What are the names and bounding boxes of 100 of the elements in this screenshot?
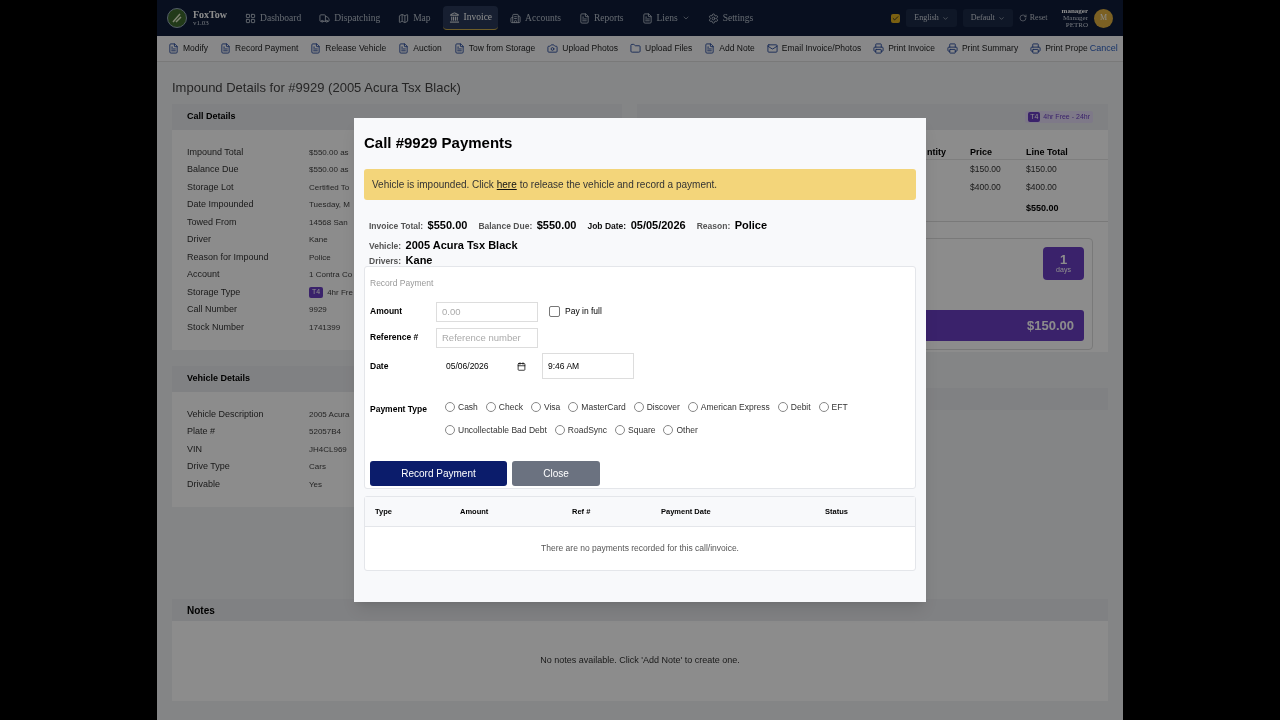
reset-icon: [1018, 14, 1027, 22]
toolbar-button[interactable]: Modify: [168, 42, 209, 55]
toolbar-button[interactable]: Auction: [398, 42, 442, 55]
days-count: 1: [1059, 253, 1068, 267]
cancel-link[interactable]: Cancel: [1089, 41, 1118, 56]
detail-value: $550.00 as: [309, 146, 349, 159]
nav-tab[interactable]: Settings: [701, 6, 760, 30]
toolbar-button[interactable]: Tow from Storage: [453, 42, 536, 55]
detail-value: Tuesday, M: [309, 199, 350, 211]
detail-label: Driver: [187, 233, 212, 247]
record-payment-button[interactable]: Record Payment: [370, 461, 507, 486]
mail-icon: [766, 43, 778, 54]
nav-tab[interactable]: Invoice: [442, 6, 499, 30]
reset-button[interactable]: Reset: [1018, 12, 1048, 24]
printer-icon: [873, 43, 885, 54]
dialog-title: Call #9929 Payments: [364, 134, 514, 152]
toolbar-button[interactable]: Print Prope: [1030, 42, 1088, 55]
payment-type-radio[interactable]: Cash: [445, 400, 478, 414]
detail-label: Plate #: [187, 425, 217, 439]
payment-type-radio[interactable]: Square: [615, 423, 656, 437]
close-button[interactable]: Close: [512, 461, 600, 486]
logo-icon: [167, 8, 187, 28]
camera-icon: [547, 43, 559, 54]
alert-text: to release the vehicle and record a payment.: [519, 178, 718, 192]
document-icon: [579, 12, 590, 24]
payment-type-radio[interactable]: MasterCard: [568, 400, 626, 414]
detail-value: 9929: [309, 304, 327, 316]
pay-in-full-checkbox[interactable]: [549, 306, 560, 317]
detail-value: 1741399: [309, 321, 341, 334]
nav-tab[interactable]: Liens: [635, 6, 696, 30]
detail-label: Stock Number: [187, 320, 246, 334]
nav-tab[interactable]: Dispatching: [313, 6, 387, 30]
brand-name: FoxTow: [193, 9, 228, 20]
nav-tab[interactable]: Map: [392, 6, 437, 30]
detail-value: Police: [309, 251, 331, 264]
chevron-icon: [997, 14, 1005, 22]
reference-field[interactable]: Reference number: [436, 327, 538, 348]
detail-value: 2005 Acura: [309, 408, 350, 421]
empty-payments-message: There are no payments recorded for this call/invoice.: [541, 542, 739, 555]
summary-item: Balance Due: $550.00: [478, 218, 577, 233]
printer-icon: [1030, 43, 1042, 54]
detail-value: JH4CL969: [309, 443, 347, 456]
toolbar-button[interactable]: Print Summary: [946, 42, 1019, 55]
detail-label: Date Impounded: [187, 198, 255, 212]
toolbar-button[interactable]: Upload Photos: [547, 42, 619, 55]
settings-icon: [707, 12, 719, 24]
chevron-icon: [681, 14, 690, 22]
nav-tab[interactable]: Accounts: [504, 6, 567, 30]
payment-type-radio[interactable]: Discover: [633, 400, 680, 414]
field-label: Payment Type: [370, 403, 428, 416]
payment-type-radio[interactable]: EFT: [818, 400, 848, 414]
nav-tab[interactable]: Dashboard: [239, 6, 308, 30]
toolbar-button[interactable]: Release Vehicle: [310, 42, 387, 55]
field-label: Date: [370, 359, 390, 373]
map-icon: [398, 12, 410, 24]
nav-tab[interactable]: Reports: [573, 6, 630, 30]
field-label: Amount: [370, 305, 404, 318]
release-link[interactable]: here: [496, 177, 517, 192]
payment-type-radio[interactable]: Check: [485, 400, 523, 414]
payment-type-radio[interactable]: Uncollectable Bad Debt: [445, 423, 547, 437]
payment-type-radio[interactable]: American Express: [687, 400, 770, 414]
summary-item: Job Date: 05/05/2026: [587, 218, 686, 233]
column-header: Line Total: [1026, 146, 1069, 159]
date-field[interactable]: 05/06/2026: [436, 356, 536, 376]
column-header: Price: [970, 146, 994, 159]
toolbar-button[interactable]: Upload Files: [630, 42, 693, 55]
payment-type-radio[interactable]: Visa: [530, 400, 561, 414]
detail-label: Vehicle Description: [187, 407, 265, 421]
document-icon: [168, 43, 179, 54]
toolbar-button[interactable]: Record Payment: [220, 42, 299, 55]
folder-icon: [630, 43, 642, 54]
toolbar-button[interactable]: Email Invoice/Photos: [766, 42, 862, 55]
toolbar-button[interactable]: Add Note: [704, 42, 755, 55]
empty-notes-message: No notes available. Click 'Add Note' to create one.: [540, 654, 740, 668]
time-field[interactable]: 9:46 AM: [542, 353, 634, 379]
price-cell-text: $400.00: [970, 180, 1002, 194]
document-icon: [704, 43, 716, 54]
status-checkbox[interactable]: [891, 13, 901, 23]
detail-value: Kane: [309, 234, 328, 246]
detail-value: $550.00 as: [309, 164, 349, 176]
building-icon: [510, 12, 522, 24]
detail-label: Towed From: [187, 215, 238, 229]
detail-label: Storage Lot: [187, 180, 235, 194]
amount-field[interactable]: 0.00: [436, 301, 538, 322]
detail-value: 14568 San: [309, 216, 348, 229]
building-icon: [448, 12, 460, 23]
document-icon: [310, 43, 322, 54]
page-title: Impound Details for #9929 (2005 Acura Tsx Black): [172, 80, 462, 96]
column-header: ntity: [927, 146, 947, 159]
payment-type-radio[interactable]: Debit: [777, 400, 811, 414]
payment-type-radio[interactable]: RoadSync: [554, 423, 608, 437]
summary-item: Invoice Total: $550.00: [369, 218, 468, 233]
toolbar-button[interactable]: Print Invoice: [873, 42, 935, 55]
detail-value: Certified To: [309, 181, 350, 194]
document-icon: [398, 43, 410, 54]
calendar-icon: [517, 361, 526, 371]
detail-label: Impound Total: [187, 145, 245, 159]
payment-type-radio[interactable]: Other: [663, 423, 698, 437]
language-dropdown[interactable]: English: [906, 9, 957, 27]
theme-dropdown[interactable]: Default: [962, 9, 1013, 27]
